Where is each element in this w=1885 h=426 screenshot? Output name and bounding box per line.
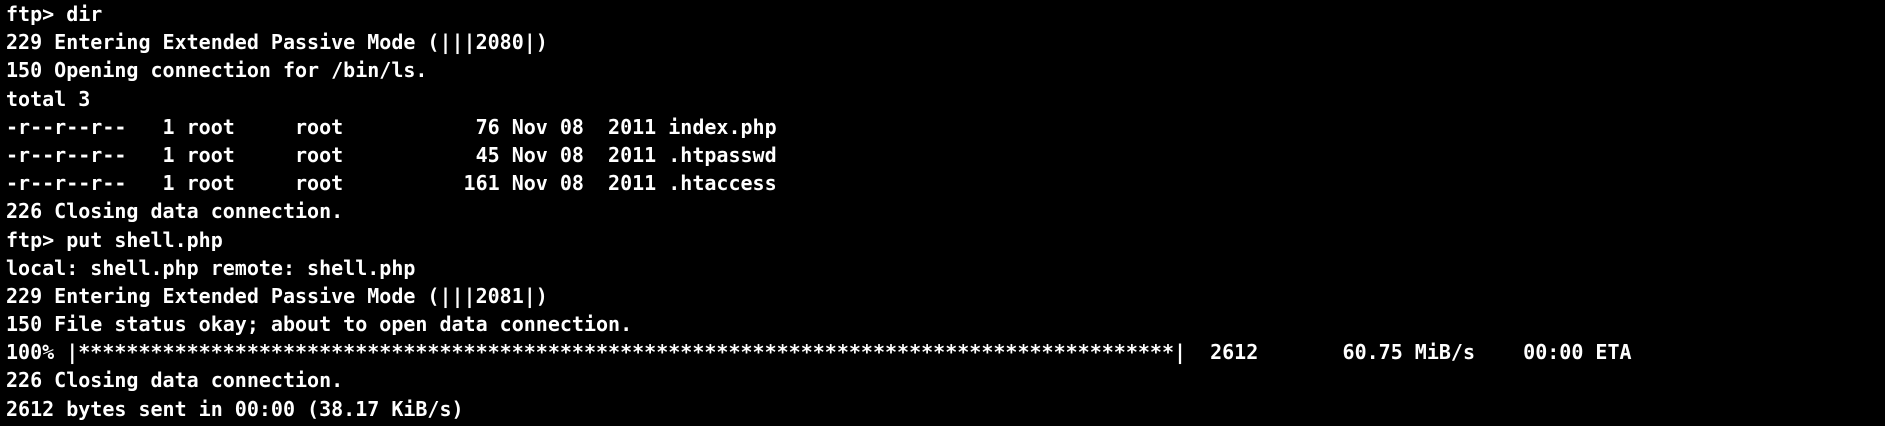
terminal-line-total: total 3 <box>6 86 91 111</box>
terminal-line-file-htpasswd: -r--r--r-- 1 root root 45 Nov 08 2011 .h… <box>6 142 777 167</box>
terminal-line-closing-data-connection-2: 226 Closing data connection. <box>6 368 344 393</box>
terminal-line-bytes-sent: 2612 bytes sent in 00:00 (38.17 KiB/s) <box>6 396 464 421</box>
terminal-line-file-index-php: -r--r--r-- 1 root root 76 Nov 08 2011 in… <box>6 114 777 139</box>
terminal-window[interactable]: ftp> dir 229 Entering Extended Passive M… <box>0 0 1885 426</box>
terminal-line-ftp-dir-command: ftp> dir <box>6 2 103 26</box>
terminal-line-file-status-okay: 150 File status okay; about to open data… <box>6 312 633 337</box>
terminal-line-closing-data-connection: 226 Closing data connection. <box>6 199 344 224</box>
terminal-line-ftp-put-command: ftp> put shell.php <box>6 227 223 252</box>
terminal-line-file-htaccess: -r--r--r-- 1 root root 161 Nov 08 2011 .… <box>6 171 777 196</box>
terminal-line-local-remote: local: shell.php remote: shell.php <box>6 255 416 280</box>
terminal-line-opening-connection: 150 Opening connection for /bin/ls. <box>6 58 428 83</box>
terminal-line-passive-mode: 229 Entering Extended Passive Mode (|||2… <box>6 30 548 55</box>
terminal-line-passive-mode-2: 229 Entering Extended Passive Mode (|||2… <box>6 283 548 308</box>
terminal-line-progress-bar: 100% |**********************************… <box>6 340 1632 365</box>
